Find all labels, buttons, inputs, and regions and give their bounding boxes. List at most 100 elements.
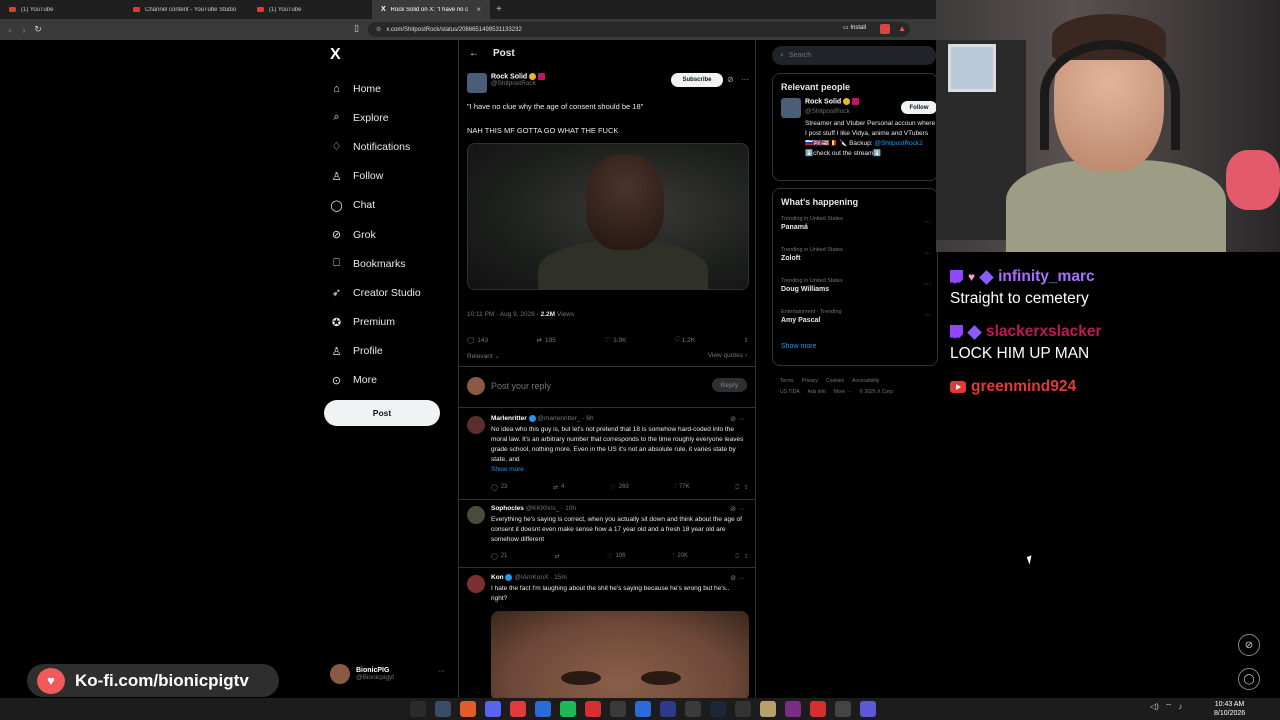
taskbar-app-icon[interactable]: [710, 701, 726, 717]
x-logo[interactable]: X: [330, 46, 341, 64]
reply-input[interactable]: Post your reply: [491, 381, 551, 391]
trend-item[interactable]: Trending in United States Zoloft ···: [773, 244, 937, 275]
more-dots-icon[interactable]: ···: [924, 250, 931, 257]
back-arrow-icon[interactable]: ←: [469, 48, 479, 59]
browser-tab-x-post[interactable]: X Rock Solid on X: "I have no c ×: [372, 0, 490, 19]
reply-composer[interactable]: Post your reply Reply: [459, 366, 755, 408]
trend-item[interactable]: Trending in United States Panamá ···: [773, 213, 937, 244]
site-info-icon[interactable]: ⚙: [376, 26, 381, 33]
like-action[interactable]: ♡ 269: [610, 484, 628, 492]
post-time[interactable]: 10:11 PM · Aug 9, 2026 ·: [467, 311, 541, 318]
bookmark-share-icons[interactable]: ⎕ ⇪: [735, 484, 749, 492]
nav-item-chat[interactable]: ◯ Chat: [330, 191, 460, 220]
footer-link[interactable]: Accessibility: [852, 378, 879, 384]
post-button[interactable]: Post: [324, 400, 440, 426]
bookmark-share-icons[interactable]: ⎕ ⇪: [735, 553, 749, 561]
repost-action[interactable]: ⇄ 4: [553, 484, 564, 492]
taskbar-app-icon[interactable]: [510, 701, 526, 717]
show-more-link[interactable]: Show more: [773, 337, 937, 358]
more-dots-icon[interactable]: ⊘ ···: [730, 415, 745, 423]
more-dots-icon[interactable]: ···: [924, 281, 931, 288]
taskbar-app-icon[interactable]: [860, 701, 876, 717]
taskbar-app-icon[interactable]: [610, 701, 626, 717]
reply-item[interactable]: Sophocles @KKKhris_ · 10h ⊘ ··· Everythi…: [459, 500, 755, 568]
bookmark-action[interactable]: ⎕ 1.2K: [675, 336, 695, 344]
avatar[interactable]: [467, 575, 485, 593]
nav-item-home[interactable]: ⌂ Home: [330, 74, 460, 103]
like-action[interactable]: ♡ 3.9K: [604, 336, 626, 345]
avatar[interactable]: [781, 98, 801, 118]
author-name[interactable]: Rock Solid: [491, 73, 527, 80]
taskbar-clock[interactable]: 10:43 AM 8/10/2026: [1214, 700, 1245, 718]
avatar[interactable]: [467, 416, 485, 434]
more-dots-icon[interactable]: ···: [924, 219, 931, 226]
back-icon[interactable]: ‹: [3, 25, 17, 35]
nav-item-premium[interactable]: ✪ Premium: [330, 308, 460, 337]
nav-item-creator-studio[interactable]: ➶ Creator Studio: [330, 278, 460, 307]
browser-tab-studio[interactable]: Channel content - YouTube Studio: [124, 0, 248, 19]
show-more-link[interactable]: Show more: [491, 466, 524, 473]
nav-item-explore[interactable]: ⌕ Explore: [330, 103, 460, 132]
extension-alert-icon[interactable]: ▲: [898, 24, 906, 33]
view-quotes-link[interactable]: View quotes ›: [708, 352, 747, 359]
taskbar-app-icon[interactable]: [685, 701, 701, 717]
taskbar-app-icon[interactable]: [585, 701, 601, 717]
more-dots-icon[interactable]: ···: [924, 312, 931, 319]
account-switcher[interactable]: BionicPIG @Bionicpigyt ···: [330, 664, 445, 684]
share-icon[interactable]: ⇪: [744, 336, 749, 344]
reply-button[interactable]: Reply: [712, 378, 747, 392]
mic-icon[interactable]: ♪: [1178, 702, 1182, 712]
url-field[interactable]: ⚙ x.com/ShitpostRock/status/2086651499531…: [368, 22, 910, 37]
taskbar-app-icon[interactable]: [660, 701, 676, 717]
footer-link[interactable]: Cookies: [826, 378, 844, 384]
browser-tab-youtube-2[interactable]: (1) YouTube: [248, 0, 372, 19]
taskbar-app-icon[interactable]: [460, 701, 476, 717]
person-name[interactable]: Rock Solid: [805, 98, 841, 105]
taskbar-app-icon[interactable]: [410, 701, 426, 717]
views-action[interactable]: ⫶ 20K: [673, 553, 688, 561]
post-author[interactable]: Rock Solid @ShitpostRock: [467, 73, 546, 93]
taskbar-app-icon[interactable]: [635, 701, 651, 717]
reply-author-name[interactable]: Sophocles: [491, 505, 524, 512]
reply-action[interactable]: ◯ 143: [467, 336, 488, 345]
sort-dropdown[interactable]: Relevant ⌄: [467, 352, 500, 360]
relevant-person[interactable]: Rock Solid @ShitpostRock Follow Streamer…: [773, 92, 937, 190]
taskbar-app-icon[interactable]: [435, 701, 451, 717]
reply-action[interactable]: ◯ 23: [491, 484, 507, 492]
chat-bubble-icon[interactable]: ◯: [1238, 668, 1260, 690]
nav-item-profile[interactable]: ♙ Profile: [330, 337, 460, 366]
reply-item[interactable]: Marlenritter @marlenritter_ · 6h ⊘ ··· N…: [459, 410, 755, 500]
new-tab-button[interactable]: +: [490, 4, 508, 15]
subscribe-button[interactable]: Subscribe: [671, 73, 723, 87]
grok-icon[interactable]: ⊘: [1238, 634, 1260, 656]
bio-link[interactable]: @ShitpostRock2: [874, 140, 923, 147]
repost-action[interactable]: ⇄: [555, 553, 560, 561]
avatar[interactable]: [467, 506, 485, 524]
nav-item-more[interactable]: ⊙ More: [330, 366, 460, 395]
footer-link[interactable]: Privacy: [802, 378, 818, 384]
nav-item-notifications[interactable]: ♢ Notifications: [330, 132, 460, 161]
taskbar-app-icon[interactable]: [485, 701, 501, 717]
follow-button[interactable]: Follow: [901, 101, 937, 114]
reply-author-name[interactable]: Kon: [491, 574, 504, 581]
footer-link[interactable]: More ···: [834, 389, 852, 395]
extension-icon[interactable]: [880, 24, 890, 34]
taskbar-app-icon[interactable]: [560, 701, 576, 717]
post-video[interactable]: [467, 143, 749, 290]
more-dots-icon[interactable]: ⊘ ···: [730, 574, 745, 582]
more-dots-icon[interactable]: ···: [438, 668, 445, 675]
nav-item-bookmarks[interactable]: ⎕ Bookmarks: [330, 249, 460, 278]
taskbar-app-icon[interactable]: [785, 701, 801, 717]
close-tab-icon[interactable]: ×: [476, 5, 481, 14]
nav-item-follow[interactable]: ♙ Follow: [330, 162, 460, 191]
install-button[interactable]: ▭ Install: [843, 24, 866, 31]
reload-icon[interactable]: ↻: [31, 24, 45, 35]
avatar[interactable]: [467, 73, 487, 93]
footer-link[interactable]: Terms: [780, 378, 794, 384]
search-input[interactable]: ⌕ Search: [772, 46, 936, 65]
bookmark-page-icon[interactable]: ▯: [354, 23, 359, 34]
taskbar-app-icon[interactable]: [535, 701, 551, 717]
taskbar-app-icon[interactable]: [835, 701, 851, 717]
more-dots-icon[interactable]: ⊘ ···: [730, 505, 745, 513]
reply-image[interactable]: [491, 611, 749, 701]
